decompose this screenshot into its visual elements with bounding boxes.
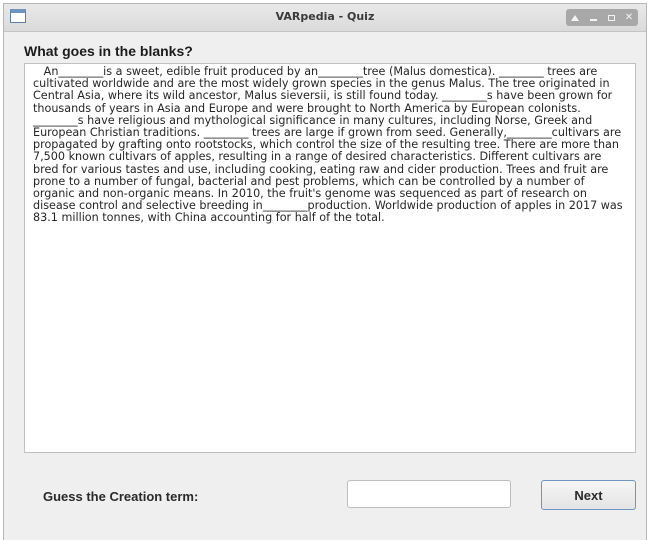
close-icon[interactable]: ✕ (622, 11, 636, 25)
guess-label: Guess the Creation term: (43, 489, 199, 504)
title-bar[interactable]: VARpedia - Quiz ✕ (4, 4, 646, 32)
shade-up-icon[interactable] (568, 11, 582, 25)
maximize-icon[interactable] (604, 11, 618, 25)
window-title: VARpedia - Quiz (275, 10, 375, 23)
window-controls: ✕ (566, 9, 638, 26)
answer-input[interactable] (347, 480, 511, 508)
passage-text-area[interactable]: An________is a sweet, edible fruit produ… (24, 63, 636, 453)
quiz-window: VARpedia - Quiz ✕ What goes in the blank… (3, 3, 647, 540)
question-heading: What goes in the blanks? (24, 43, 193, 59)
next-button[interactable]: Next (541, 480, 636, 510)
minimize-icon[interactable] (586, 11, 600, 25)
